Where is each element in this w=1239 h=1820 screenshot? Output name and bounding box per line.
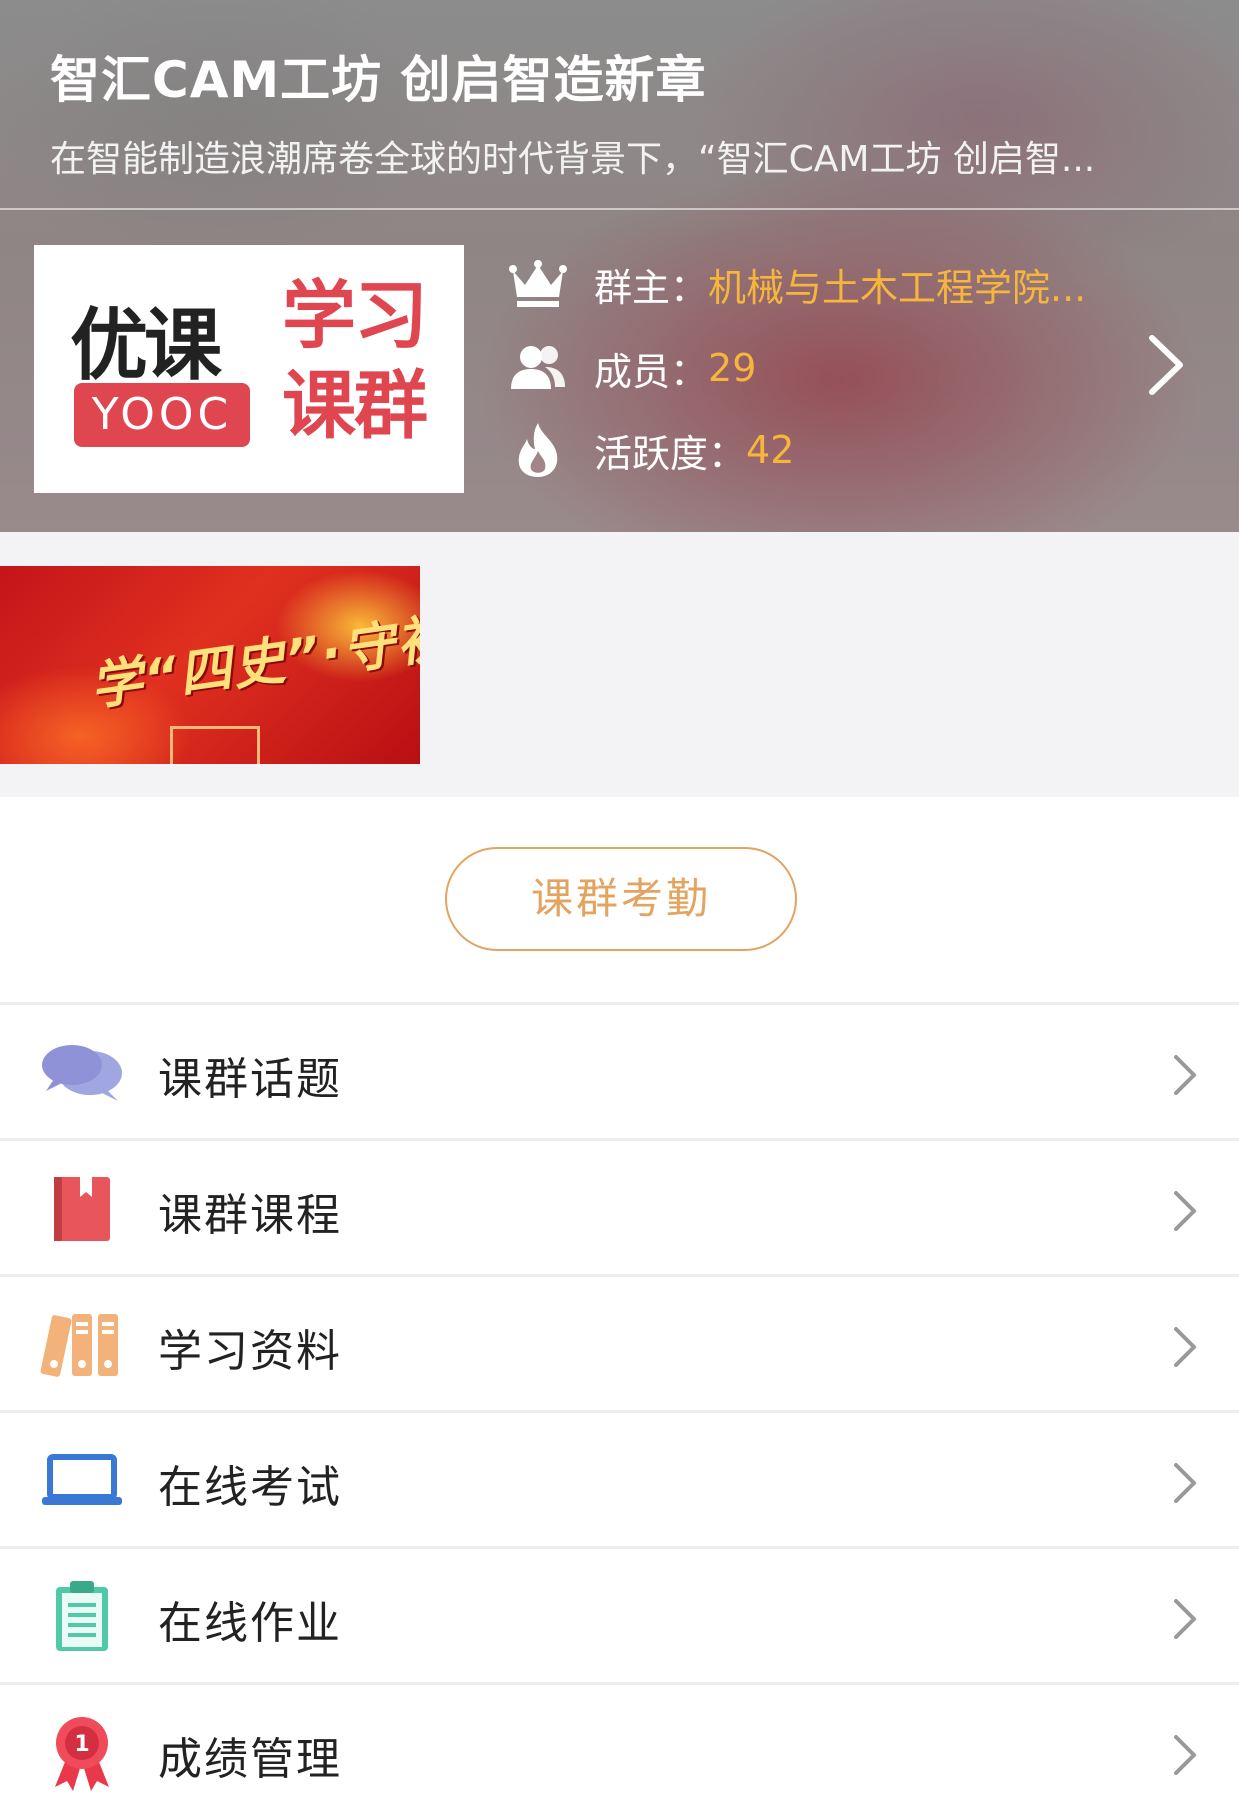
tiananmen-graphic [170, 726, 260, 764]
clipboard-icon [40, 1577, 124, 1657]
promo-banner[interactable]: 学“四史”·守初心 [0, 566, 420, 764]
members-value: 29 [708, 346, 757, 390]
attendance-area: 课群考勤 [0, 797, 1239, 1002]
owner-row[interactable]: 群主： 机械与土木工程学院... [508, 254, 1086, 314]
menu-item-courses[interactable]: 课群课程 [0, 1138, 1239, 1274]
chevron-right-icon [1174, 1055, 1196, 1095]
award-ribbon-icon: 1 [40, 1713, 124, 1793]
activity-value: 42 [746, 428, 795, 472]
members-row[interactable]: 成员： 29 [508, 338, 756, 398]
menu-item-homework[interactable]: 在线作业 [0, 1546, 1239, 1682]
attendance-button[interactable]: 课群考勤 [445, 847, 797, 951]
activity-row[interactable]: 活跃度： 42 [508, 420, 794, 480]
menu-label-grades: 成绩管理 [158, 1734, 342, 1785]
book-icon [40, 1169, 124, 1249]
group-header: 智汇CAM工坊 创启智造新章 在智能制造浪潮席卷全球的时代背景下，“智汇CAM工… [0, 0, 1239, 532]
group-title: 智汇CAM工坊 创启智造新章 [50, 51, 707, 109]
menu-label-exams: 在线考试 [158, 1462, 342, 1513]
logo-tagline-line1: 学习 [282, 273, 428, 359]
chevron-right-icon [1174, 1599, 1196, 1639]
menu-item-topics[interactable]: 课群话题 [0, 1002, 1239, 1138]
menu-label-topics: 课群话题 [158, 1054, 342, 1105]
banner-area: 学“四史”·守初心 [0, 532, 1239, 797]
svg-text:1: 1 [74, 1732, 89, 1757]
chat-bubbles-icon [40, 1033, 124, 1113]
chevron-right-icon [1174, 1191, 1196, 1231]
laptop-icon [40, 1441, 124, 1521]
menu-item-exams[interactable]: 在线考试 [0, 1410, 1239, 1546]
menu-item-grades[interactable]: 1 成绩管理 [0, 1682, 1239, 1818]
members-label: 成员： [594, 349, 709, 394]
menu-item-materials[interactable]: 学习资料 [0, 1274, 1239, 1410]
group-description[interactable]: 在智能制造浪潮席卷全球的时代背景下，“智汇CAM工坊 创启智... [50, 130, 1180, 182]
header-divider [0, 208, 1239, 210]
logo-brand-cn: 优课 [70, 301, 222, 391]
feature-menu: 课群话题 课群课程 学习资料 在线考试 在线作业 1 成绩管理 [0, 1002, 1239, 1818]
logo-tagline: 学习 课群 [282, 271, 452, 451]
logo-tagline-line2: 课群 [282, 363, 428, 449]
chevron-right-icon [1174, 1735, 1196, 1775]
binders-icon [40, 1305, 124, 1385]
owner-value: 机械与土木工程学院... [708, 265, 1087, 310]
group-detail-chevron-icon[interactable] [1140, 330, 1190, 400]
members-icon [508, 338, 568, 398]
logo-brand-en: YOOC [74, 383, 250, 447]
menu-label-materials: 学习资料 [158, 1326, 342, 1377]
menu-label-homework: 在线作业 [158, 1598, 342, 1649]
chevron-right-icon [1174, 1327, 1196, 1367]
flame-icon [508, 420, 568, 480]
banner-text: 学“四史”·守初心 [86, 600, 420, 718]
chevron-right-icon [1174, 1463, 1196, 1503]
group-logo: 优课 YOOC 学习 课群 [34, 245, 464, 493]
crown-icon [508, 254, 568, 314]
activity-label: 活跃度： [594, 431, 747, 476]
menu-label-courses: 课群课程 [158, 1190, 342, 1241]
owner-label: 群主： [594, 265, 709, 310]
